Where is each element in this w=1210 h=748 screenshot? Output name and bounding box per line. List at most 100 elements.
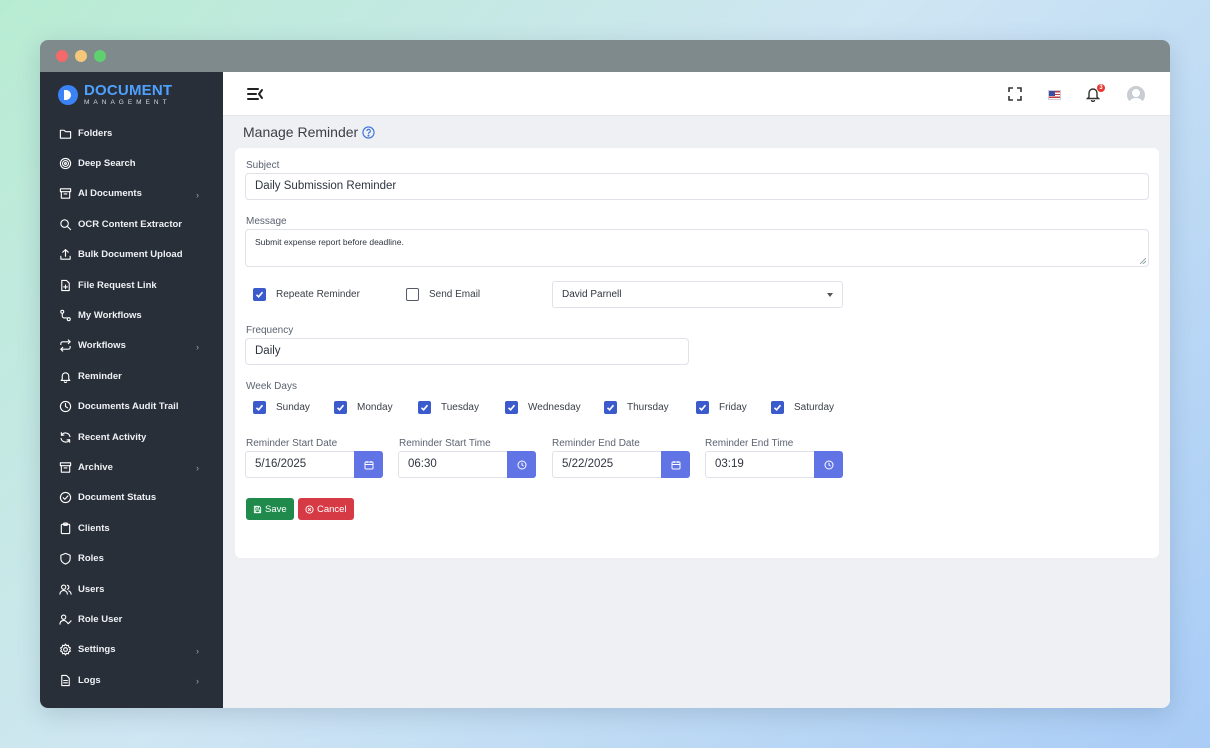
weekday-label: Saturday	[794, 402, 835, 413]
frequency-input[interactable]: Daily	[245, 338, 689, 365]
end-date-input[interactable]: 5/22/2025	[552, 451, 661, 478]
end-time-picker: 03:19	[705, 451, 843, 478]
weekday-checkbox-thursday[interactable]: Thursday	[604, 401, 669, 414]
brand-logo[interactable]: DOCUMENT MANAGEMENT	[40, 72, 223, 118]
end-time-label: Reminder End Time	[705, 438, 794, 449]
weekday-label: Wednesday	[528, 402, 581, 413]
sidebar-item-settings[interactable]: Settings ›	[40, 635, 223, 665]
language-flag-icon[interactable]	[1048, 90, 1061, 100]
weekday-checkbox-tuesday[interactable]: Tuesday	[418, 401, 479, 414]
help-icon[interactable]	[362, 125, 375, 139]
sidebar-item-my-workflows[interactable]: My Workflows	[40, 300, 223, 330]
sidebar-item-archive[interactable]: Archive ›	[40, 452, 223, 482]
subject-input[interactable]: Daily Submission Reminder	[245, 173, 1149, 200]
end-date-picker: 5/22/2025	[552, 451, 690, 478]
sidebar-item-bulk-document-upload[interactable]: Bulk Document Upload	[40, 240, 223, 270]
window-titlebar	[40, 40, 1170, 72]
sidebar-item-label: Workflows	[78, 340, 126, 352]
start-time-clock-button[interactable]	[507, 451, 536, 478]
folder-icon	[59, 129, 72, 139]
logo-mark-icon	[58, 85, 78, 105]
start-date-calendar-button[interactable]	[354, 451, 383, 478]
target-icon	[59, 157, 72, 170]
cancel-button-label: Cancel	[317, 503, 347, 515]
route-icon	[60, 309, 71, 322]
brand-tagline: MANAGEMENT	[84, 99, 171, 107]
checkbox-checked-icon	[418, 401, 431, 414]
maximize-window-button[interactable]	[94, 50, 106, 62]
app-window: DOCUMENT MANAGEMENT Folders Deep Search AI…	[40, 40, 1170, 708]
message-text: Submit expense report before deadline.	[255, 237, 404, 247]
week-days-label: Week Days	[246, 381, 297, 392]
archive-box-icon	[59, 188, 72, 200]
sidebar-item-label: Deep Search	[78, 158, 136, 170]
chevron-down-icon	[827, 293, 833, 297]
message-textarea[interactable]: Submit expense report before deadline.	[245, 229, 1149, 267]
repeat-reminder-checkbox[interactable]: Repeate Reminder	[253, 288, 360, 301]
minimize-window-button[interactable]	[75, 50, 87, 62]
sidebar: DOCUMENT MANAGEMENT Folders Deep Search AI…	[40, 72, 223, 708]
close-window-button[interactable]	[56, 50, 68, 62]
end-time-clock-button[interactable]	[814, 451, 843, 478]
sidebar-item-reminder[interactable]: Reminder	[40, 361, 223, 391]
sidebar-item-ai-documents[interactable]: AI Documents ›	[40, 179, 223, 209]
user-avatar[interactable]	[1127, 86, 1145, 104]
sidebar-item-documents-audit-trail[interactable]: Documents Audit Trail	[40, 392, 223, 422]
sidebar-item-label: Folders	[78, 127, 113, 139]
start-time-label: Reminder Start Time	[399, 438, 491, 449]
cancel-button[interactable]: Cancel	[298, 498, 354, 520]
upload-icon	[60, 249, 71, 260]
refresh-icon	[60, 431, 71, 443]
checkbox-checked-icon	[505, 401, 518, 414]
sidebar-item-label: File Request Link	[78, 279, 157, 291]
users-icon	[59, 584, 72, 595]
end-date-calendar-button[interactable]	[661, 451, 690, 478]
page-title-text: Manage Reminder	[243, 124, 359, 140]
sidebar-item-ocr-content-extractor[interactable]: OCR Content Extractor	[40, 209, 223, 239]
save-button[interactable]: Save	[246, 498, 294, 520]
sidebar-item-document-status[interactable]: Document Status	[40, 483, 223, 513]
fullscreen-icon[interactable]	[1007, 86, 1023, 102]
sidebar-item-deep-search[interactable]: Deep Search	[40, 148, 223, 178]
user-select[interactable]: David Parnell	[552, 281, 843, 308]
search-icon	[60, 219, 72, 231]
weekday-checkbox-wednesday[interactable]: Wednesday	[505, 401, 581, 414]
weekday-checkbox-friday[interactable]: Friday	[696, 401, 747, 414]
sidebar-item-role-user[interactable]: Role User	[40, 604, 223, 634]
chevron-right-icon: ›	[196, 645, 199, 656]
checkbox-checked-icon	[253, 401, 266, 414]
weekday-checkbox-monday[interactable]: Monday	[334, 401, 393, 414]
sidebar-item-label: OCR Content Extractor	[78, 218, 182, 230]
resize-handle-icon[interactable]	[1140, 258, 1146, 264]
weekday-checkbox-saturday[interactable]: Saturday	[771, 401, 834, 414]
user-select-value: David Parnell	[562, 289, 622, 300]
sidebar-item-label: Archive	[78, 461, 113, 473]
start-time-input[interactable]: 06:30	[398, 451, 507, 478]
start-date-label: Reminder Start Date	[246, 438, 338, 449]
start-date-picker: 5/16/2025	[245, 451, 383, 478]
sidebar-item-label: Recent Activity	[78, 431, 147, 443]
weekday-label: Sunday	[276, 402, 310, 413]
sidebar-item-file-request-link[interactable]: File Request Link	[40, 270, 223, 300]
end-time-input[interactable]: 03:19	[705, 451, 814, 478]
bell-icon	[60, 372, 71, 383]
send-email-label: Send Email	[429, 289, 481, 300]
sidebar-item-workflows[interactable]: Workflows ›	[40, 331, 223, 361]
sidebar-item-label: Documents Audit Trail	[78, 401, 179, 413]
sidebar-item-clients[interactable]: Clients	[40, 513, 223, 543]
weekday-label: Tuesday	[441, 402, 479, 413]
sidebar-item-users[interactable]: Users	[40, 574, 223, 604]
clock-icon	[59, 401, 72, 413]
sidebar-item-roles[interactable]: Roles	[40, 543, 223, 573]
sidebar-item-recent-activity[interactable]: Recent Activity	[40, 422, 223, 452]
checkbox-checked-icon	[334, 401, 347, 414]
sidebar-item-logs[interactable]: Logs ›	[40, 665, 223, 695]
send-email-checkbox[interactable]: Send Email	[406, 288, 480, 301]
weekday-checkbox-sunday[interactable]: Sunday	[253, 401, 310, 414]
menu-collapse-icon[interactable]	[246, 86, 264, 102]
start-date-input[interactable]: 5/16/2025	[245, 451, 354, 478]
subject-label: Subject	[246, 160, 280, 171]
end-date-label: Reminder End Date	[552, 438, 640, 449]
sidebar-item-folders[interactable]: Folders	[40, 118, 223, 148]
gear-icon	[60, 643, 71, 656]
